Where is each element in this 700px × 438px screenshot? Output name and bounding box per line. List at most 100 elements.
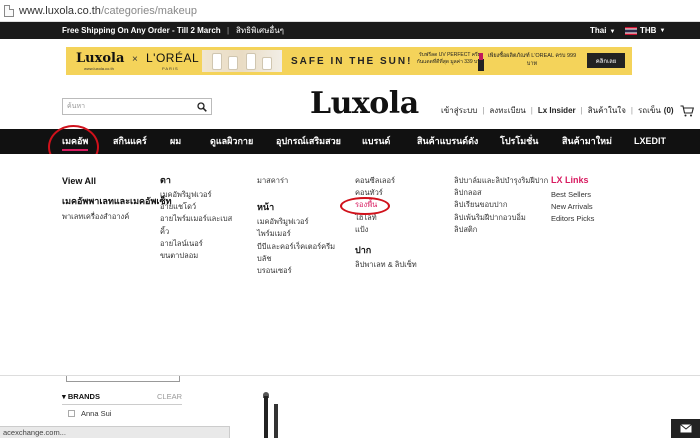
banner-luxola-url: www.luxola.co.th — [84, 66, 114, 71]
eyes-heading[interactable]: ตา — [160, 174, 232, 187]
url-text[interactable]: www.luxola.co.th/categories/makeup — [19, 5, 197, 17]
cart-icon[interactable] — [680, 104, 694, 117]
currency-selector[interactable]: THB ▼ — [625, 26, 665, 35]
privilege-link[interactable]: สิทธิพิเศษอื่นๆ — [236, 24, 284, 37]
menu-link[interactable]: คิ้ว — [160, 226, 232, 238]
menu-link[interactable]: ลิปกลอส — [454, 187, 548, 199]
menu-link[interactable]: พาเลทเครื่องสำอางค์ — [62, 211, 172, 223]
cart-link[interactable]: รถเข็น — [638, 104, 661, 117]
account-links: เข้าสู่ระบบ | ลงทะเบียน | Lx Insider | ส… — [441, 104, 694, 117]
brand-label: Anna Sui — [81, 409, 112, 418]
lx-insider-link[interactable]: Lx Insider — [538, 106, 576, 115]
nav-skincare[interactable]: สกินแคร์ — [113, 129, 147, 154]
shipping-promo-text: Free Shipping On Any Order - Till 2 Marc… — [62, 26, 221, 35]
nav-hair[interactable]: ผม — [170, 129, 181, 154]
product-image[interactable] — [274, 404, 278, 438]
menu-column-face: มาสคาร่า หน้า เมคอัพริมูฟเวอร์ ไพร์มเมอร… — [257, 174, 335, 277]
chevron-down-icon: ▼ — [609, 29, 616, 35]
menu-link[interactable]: มาสคาร่า — [257, 175, 335, 187]
lx-links-heading: LX Links — [551, 175, 589, 185]
banner-times: × — [132, 54, 138, 65]
clear-brands-button[interactable]: CLEAR — [157, 392, 182, 401]
promo-banner[interactable]: Luxola www.luxola.co.th × L'ORÉAL PARIS … — [66, 47, 632, 75]
language-selector[interactable]: Thai ▼ — [590, 26, 615, 35]
menu-link[interactable]: อายไพร์มเมอร์และเบส — [160, 213, 232, 225]
banner-luxola-logo: Luxola — [76, 51, 125, 66]
topbar-separator: | — [227, 26, 230, 35]
menu-link[interactable]: เมคอัพริมูฟเวอร์ — [257, 216, 335, 228]
banner-loreal-logo: L'ORÉAL — [146, 51, 200, 65]
search-placeholder: ค้นหา — [67, 102, 86, 110]
face-heading[interactable]: หน้า — [257, 201, 335, 214]
nav-lxedit[interactable]: LXEDIT — [634, 129, 666, 154]
menu-link[interactable]: ขนตาปลอม — [160, 250, 232, 262]
menu-column-lx-links: LX Links Best Sellers New Arrivals Edito… — [551, 174, 594, 226]
menu-link[interactable]: บลัช — [257, 253, 335, 265]
menu-link[interactable]: ลิปเรียนขอบปาก — [454, 199, 548, 211]
divider — [62, 404, 182, 405]
menu-link[interactable]: บีบีและคอร์เร็คเตอร์ครีม — [257, 241, 335, 253]
menu-link[interactable]: บรอนเซอร์ — [257, 265, 335, 277]
banner-uv-offer: รับฟรีลด UV PERFECT ครีมกันแดดที่ดีที่สุ… — [416, 52, 484, 65]
palettes-heading[interactable]: เมคอัพพาเลทและเมคอัพเซ็ท — [62, 195, 172, 207]
banner-click-button[interactable]: คลิกเลย — [587, 53, 625, 68]
mail-button[interactable] — [671, 419, 700, 438]
menu-link[interactable]: เมคอัพริมูฟเวอร์ — [160, 189, 232, 201]
product-image[interactable] — [264, 396, 268, 438]
menu-column-eyes: ตา เมคอัพริมูฟเวอร์ อายแชโดว์ อายไพร์มเม… — [160, 174, 232, 262]
checkbox[interactable] — [68, 410, 75, 417]
nav-new-arrivals[interactable]: สินค้ามาใหม่ — [562, 129, 612, 154]
menu-link[interactable]: ลิปพาเลท & ลิปเซ็ท — [355, 259, 417, 271]
register-link[interactable]: ลงทะเบียน — [489, 104, 525, 117]
site-logo[interactable]: Luxola — [310, 88, 419, 120]
lipstick-icon — [478, 53, 484, 71]
menu-column-1: View All เมคอัพพาเลทและเมคอัพเซ็ท พาเลทเ… — [62, 174, 172, 223]
menu-link[interactable]: คอนซีลเลอร์ — [355, 175, 417, 187]
menu-link[interactable]: ไพร์มเมอร์ — [257, 228, 335, 240]
menu-link[interactable]: ลิปเพ้นริมฝีปากอวบอิ่ม — [454, 212, 548, 224]
menu-link[interactable]: อายไลน์เนอร์ — [160, 238, 232, 250]
brand-checkbox-item[interactable]: Anna Sui — [68, 409, 111, 418]
menu-column-face-2: คอนซีลเลอร์ คอนทัวร์ รองพื้น ไฮไลท์ แป้ง… — [355, 174, 417, 271]
login-link[interactable]: เข้าสู่ระบบ — [441, 104, 477, 117]
menu-link[interactable]: ลิปสติก — [454, 224, 548, 236]
menu-column-lips: ลิปบาล์มและลิปบำรุงริมฝีปาก ลิปกลอส ลิปเ… — [454, 174, 548, 236]
product-tube — [262, 57, 272, 70]
page-icon — [4, 4, 14, 17]
nav-brands[interactable]: แบรนด์ — [362, 129, 390, 154]
top-promo-bar: Free Shipping On Any Order - Till 2 Marc… — [0, 22, 700, 39]
chevron-down-icon: ▼ — [659, 27, 666, 34]
cart-count: (0) — [663, 106, 674, 115]
main-nav: เมคอัพ สกินแคร์ ผม ดูแลผิวกาย อุปกรณ์เสร… — [0, 129, 700, 154]
annotation-circle — [340, 197, 390, 215]
brands-filter-header: ▾ BRANDS CLEAR — [62, 392, 182, 401]
search-icon[interactable] — [197, 101, 207, 112]
product-tube — [212, 53, 222, 70]
nav-top-brands[interactable]: สินค้าแบรนด์ดัง — [417, 129, 478, 154]
nav-tools[interactable]: อุปกรณ์เสริมสวย — [276, 129, 341, 154]
wishlist-link[interactable]: สินค้าในใจ — [588, 104, 626, 117]
thai-flag-icon — [625, 26, 637, 35]
product-tube — [246, 53, 256, 70]
envelope-icon — [679, 424, 692, 433]
nav-body[interactable]: ดูแลผิวกาย — [210, 129, 253, 154]
address-bar[interactable]: www.luxola.co.th/categories/makeup — [0, 0, 700, 22]
menu-link[interactable]: Best Sellers — [551, 189, 594, 201]
menu-link[interactable]: อายแชโดว์ — [160, 201, 232, 213]
menu-link[interactable]: ลิปบาล์มและลิปบำรุงริมฝีปาก — [454, 175, 548, 187]
browser-status-bar: acexchange.com... — [0, 426, 230, 438]
brands-title[interactable]: ▾ BRANDS — [62, 392, 100, 401]
product-tube — [228, 56, 238, 70]
view-all-link[interactable]: View All — [62, 174, 172, 188]
filter-box — [66, 376, 180, 382]
menu-link[interactable]: แป้ง — [355, 224, 417, 236]
banner-headline: SAFE IN THE SUN! — [291, 56, 413, 67]
search-input[interactable]: ค้นหา — [62, 98, 212, 115]
menu-link[interactable]: New Arrivals — [551, 201, 594, 213]
banner-paris: PARIS — [162, 66, 179, 71]
nav-promotions[interactable]: โปรโมชั่น — [500, 129, 538, 154]
banner-gift-offer: เพียงซื้อผลิตภัณฑ์ L'OREAL ครบ 999 บาท — [487, 53, 577, 67]
menu-link[interactable]: Editors Picks — [551, 213, 594, 225]
lips-heading[interactable]: ปาก — [355, 244, 417, 257]
makeup-mega-menu: View All เมคอัพพาเลทและเมคอัพเซ็ท พาเลทเ… — [0, 154, 700, 376]
